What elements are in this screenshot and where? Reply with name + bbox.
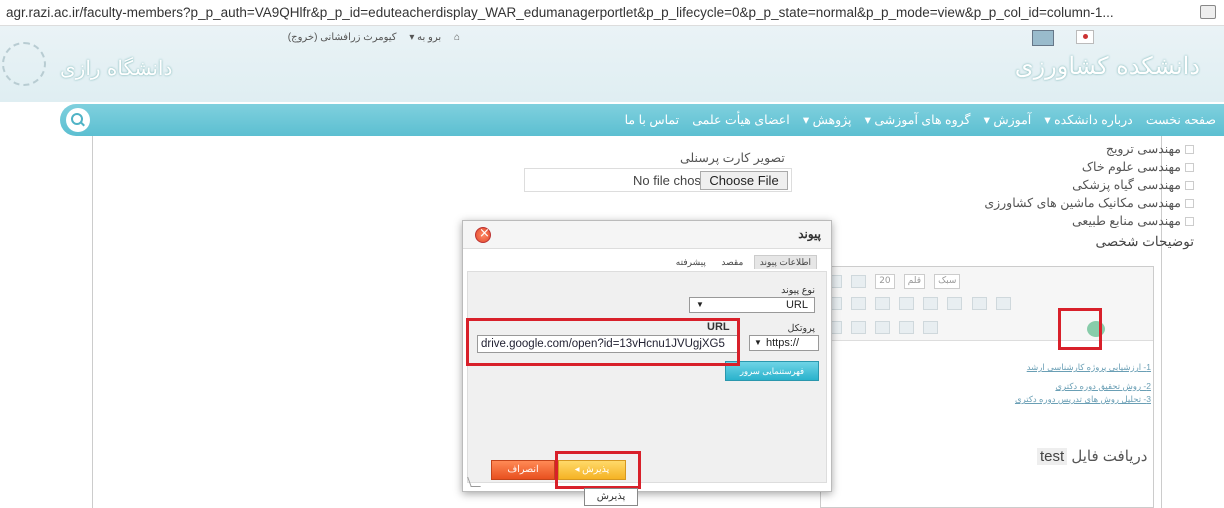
toolbar-button[interactable] bbox=[899, 297, 915, 310]
department-label: مهندسی علوم خاک bbox=[1081, 160, 1181, 174]
tab-advanced[interactable]: پیشرفته bbox=[671, 256, 711, 269]
nav-item-faculty[interactable]: اعضای هیأت علمی bbox=[692, 104, 790, 136]
link-type-select[interactable]: URL ▼ bbox=[689, 297, 815, 313]
checkbox-icon[interactable] bbox=[1185, 199, 1194, 209]
main-nav: صفحه نخست درباره دانشکده ▾ آموزش ▾ گروه … bbox=[60, 104, 1224, 136]
editor-content[interactable]: 1- ارزشیابی پروژه کارشناسی ارشد 2- روش ت… bbox=[981, 362, 1151, 407]
checkbox-icon[interactable] bbox=[1185, 145, 1194, 155]
department-checkbox[interactable]: مهندسی مکانیک ماشین های کشاورزی bbox=[894, 194, 1194, 212]
extension-icon[interactable] bbox=[1200, 5, 1216, 19]
toolbar-button[interactable] bbox=[875, 297, 891, 310]
department-label: مهندسی منابع طبیعی bbox=[1072, 214, 1181, 228]
download-text[interactable]: دریافت فایل test bbox=[1037, 447, 1147, 465]
toolbar-button[interactable] bbox=[851, 321, 867, 334]
toolbar-button[interactable] bbox=[923, 321, 939, 334]
choose-file-button[interactable]: Choose File bbox=[700, 171, 788, 190]
site-header: دانشگاه رازی ⌂ برو به ▾ کیومرث زرافشانی … bbox=[0, 26, 1224, 102]
department-checkbox[interactable]: مهندسی گیاه پزشکی bbox=[894, 176, 1194, 194]
ok-tooltip: پذیرش bbox=[584, 488, 638, 506]
nav-item-education[interactable]: آموزش ▾ bbox=[984, 104, 1032, 136]
faculty-logo[interactable]: دانشکده کشاورزی bbox=[1015, 52, 1200, 80]
department-checkbox[interactable]: مهندسی منابع طبیعی bbox=[894, 212, 1194, 230]
search-icon[interactable] bbox=[66, 108, 90, 132]
annotation-link-button-highlight bbox=[1058, 308, 1102, 350]
home-icon[interactable]: ⌂ bbox=[454, 32, 460, 43]
address-bar[interactable]: agr.razi.ac.ir/faculty-members?p_p_auth=… bbox=[0, 0, 1224, 26]
nav-item-home[interactable]: صفحه نخست bbox=[1146, 104, 1216, 136]
file-input[interactable]: No file chosen Choose File bbox=[524, 168, 792, 192]
chevron-down-icon: ▼ bbox=[754, 338, 762, 347]
user-logout-link[interactable]: کیومرث زرافشانی (خروج) bbox=[288, 32, 397, 43]
department-label: مهندسی ترویج bbox=[1105, 142, 1181, 156]
size-dropdown[interactable]: 20 bbox=[875, 274, 895, 289]
department-checkbox[interactable]: مهندسی ترویج bbox=[894, 140, 1194, 158]
protocol-value: https:// bbox=[766, 337, 800, 349]
nav-item-contact[interactable]: تماس با ما bbox=[625, 104, 680, 136]
nav-item-departments[interactable]: گروه های آموزشی ▾ bbox=[865, 104, 971, 136]
toolbar-row: 20 قلم سبک bbox=[825, 271, 962, 289]
toolbar-row bbox=[825, 293, 1013, 311]
close-icon[interactable] bbox=[475, 226, 491, 243]
tab-target[interactable]: مقصد bbox=[716, 256, 748, 269]
department-checkbox[interactable]: مهندسی علوم خاک bbox=[894, 158, 1194, 176]
tab-link-info[interactable]: اطلاعات پیوند bbox=[753, 255, 817, 269]
personal-description-label: توضیحات شخصی bbox=[1095, 234, 1194, 249]
top-links: ⌂ برو به ▾ کیومرث زرافشانی (خروج) bbox=[180, 32, 460, 50]
url-text[interactable]: agr.razi.ac.ir/faculty-members?p_p_auth=… bbox=[6, 5, 1114, 20]
checkbox-icon[interactable] bbox=[1185, 163, 1194, 173]
selected-word[interactable]: test bbox=[1037, 448, 1068, 465]
dialog-titlebar[interactable]: پیوند bbox=[463, 221, 831, 249]
link-type-label: نوع پیوند bbox=[781, 285, 815, 296]
department-label: مهندسی گیاه پزشکی bbox=[1072, 178, 1181, 192]
style-dropdown[interactable]: سبک bbox=[934, 274, 961, 289]
language-flag-icon[interactable] bbox=[1076, 30, 1094, 44]
annotation-ok-highlight bbox=[555, 451, 641, 489]
checkbox-icon[interactable] bbox=[1185, 217, 1194, 227]
university-logo[interactable]: دانشگاه رازی bbox=[60, 56, 172, 80]
content-line[interactable]: 2- روش تحقیق دوره دکتری bbox=[981, 381, 1151, 394]
cancel-button[interactable]: انصراف bbox=[491, 460, 555, 480]
dialog-tabs: اطلاعات پیوند مقصد پیشرفته bbox=[668, 255, 817, 271]
monitor-icon[interactable] bbox=[1032, 30, 1054, 46]
rich-text-editor[interactable]: 20 قلم سبک 1- ارزشیابی پروژه کارشناسی ار… bbox=[820, 266, 1154, 508]
protocol-label: پروتکل bbox=[787, 323, 815, 334]
font-dropdown[interactable]: قلم bbox=[903, 274, 926, 289]
university-emblem-icon bbox=[2, 42, 46, 86]
toolbar-button[interactable] bbox=[875, 321, 891, 334]
department-label: مهندسی مکانیک ماشین های کشاورزی bbox=[984, 196, 1181, 210]
department-list: مهندسی ترویج مهندسی علوم خاک مهندسی گیاه… bbox=[894, 140, 1194, 250]
toolbar-button[interactable] bbox=[947, 297, 963, 310]
photo-label: تصویر کارت پرسنلی bbox=[680, 151, 785, 165]
chevron-down-icon: ▼ bbox=[696, 300, 704, 309]
toolbar-button[interactable] bbox=[923, 297, 939, 310]
checkbox-icon[interactable] bbox=[1185, 181, 1194, 191]
toolbar-row bbox=[825, 317, 940, 335]
browser-window: agr.razi.ac.ir/faculty-members?p_p_auth=… bbox=[0, 0, 1224, 508]
dialog-title: پیوند bbox=[798, 227, 821, 241]
content-line[interactable]: 1- ارزشیابی پروژه کارشناسی ارشد bbox=[981, 362, 1151, 375]
toolbar-button[interactable] bbox=[899, 321, 915, 334]
nav-item-about[interactable]: درباره دانشکده ▾ bbox=[1044, 104, 1132, 136]
protocol-select[interactable]: ▼ https:// bbox=[749, 335, 819, 351]
annotation-url-highlight bbox=[466, 318, 740, 366]
goto-menu[interactable]: برو به ▾ bbox=[409, 32, 441, 43]
content-line[interactable]: 3- تحلیل روش های تدریس دوره دکتری bbox=[981, 394, 1151, 407]
toolbar-button[interactable] bbox=[851, 275, 867, 288]
toolbar-button[interactable] bbox=[971, 297, 987, 310]
link-type-value: URL bbox=[785, 299, 808, 311]
nav-item-research[interactable]: پژوهش ▾ bbox=[803, 104, 852, 136]
toolbar-button[interactable] bbox=[995, 297, 1011, 310]
toolbar-button[interactable] bbox=[851, 297, 867, 310]
